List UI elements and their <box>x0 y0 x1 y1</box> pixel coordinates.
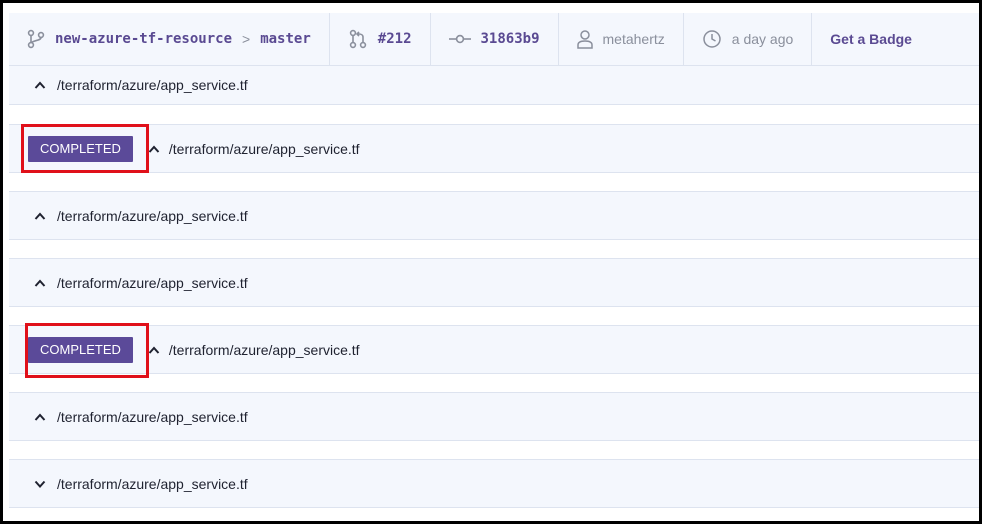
file-row[interactable]: /terraform/azure/app_service.tf <box>9 65 979 105</box>
file-path: /terraform/azure/app_service.tf <box>57 274 248 291</box>
branch-name[interactable]: master <box>260 31 311 47</box>
build-info-bar: new-azure-tf-resource > master #212 3186… <box>9 13 979 66</box>
time-segment: a day ago <box>684 13 813 65</box>
relative-time: a day ago <box>731 31 794 47</box>
get-badge-link[interactable]: Get a Badge <box>830 31 912 47</box>
chevron-up-icon[interactable] <box>31 76 49 94</box>
file-row[interactable]: /terraform/azure/app_service.tf <box>9 258 979 307</box>
file-row[interactable]: /terraform/azure/app_service.tf <box>9 392 979 441</box>
repo-branch-segment[interactable]: new-azure-tf-resource > master <box>9 13 330 65</box>
file-row[interactable]: COMPLETED /terraform/azure/app_service.t… <box>9 325 979 374</box>
author-segment: metahertz <box>559 13 684 65</box>
pr-number[interactable]: #212 <box>378 31 412 47</box>
repo-name[interactable]: new-azure-tf-resource <box>55 31 232 47</box>
file-row[interactable]: /terraform/azure/app_service.tf <box>9 191 979 240</box>
file-row[interactable]: /terraform/azure/app_service.tf <box>9 459 979 508</box>
window-frame: new-azure-tf-resource > master #212 3186… <box>0 0 982 524</box>
file-path: /terraform/azure/app_service.tf <box>57 77 248 93</box>
file-row[interactable]: COMPLETED /terraform/azure/app_service.t… <box>9 124 979 173</box>
file-path: /terraform/azure/app_service.tf <box>57 408 248 425</box>
highlight-box <box>21 124 149 173</box>
commit-icon <box>448 32 471 46</box>
file-path: /terraform/azure/app_service.tf <box>57 475 248 492</box>
file-path: /terraform/azure/app_service.tf <box>168 341 360 358</box>
badge-segment[interactable]: Get a Badge <box>812 13 930 65</box>
chevron-up-icon[interactable] <box>31 274 49 292</box>
clock-icon <box>702 29 722 49</box>
chevron-up-icon[interactable] <box>31 408 49 426</box>
breadcrumb-separator: > <box>242 31 251 47</box>
file-path: /terraform/azure/app_service.tf <box>168 140 360 157</box>
pull-request-icon <box>348 29 368 49</box>
file-path: /terraform/azure/app_service.tf <box>57 207 248 224</box>
highlight-box <box>25 323 149 378</box>
chevron-up-icon[interactable] <box>31 207 49 225</box>
chevron-down-icon[interactable] <box>31 475 49 493</box>
branch-icon <box>27 29 45 49</box>
user-icon <box>576 29 593 49</box>
commit-hash[interactable]: 31863b9 <box>481 31 540 47</box>
author-name: metahertz <box>602 31 665 47</box>
commit-segment[interactable]: 31863b9 <box>431 13 559 65</box>
pr-segment[interactable]: #212 <box>330 13 431 65</box>
